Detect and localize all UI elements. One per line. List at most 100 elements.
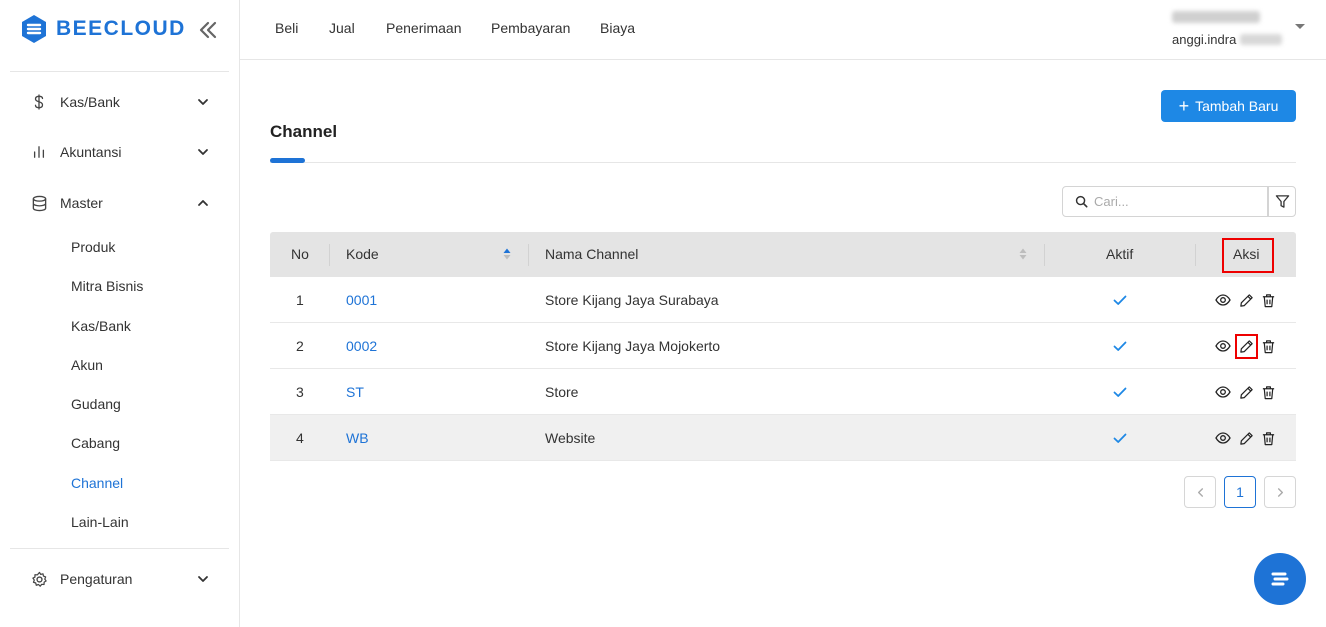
chevron-down-icon [198,99,208,105]
edit-pencil-icon[interactable] [1238,384,1254,400]
column-header-nama-channel[interactable]: Nama Channel [545,246,638,262]
sort-icon[interactable] [1019,248,1027,260]
pagination-prev-button[interactable] [1184,476,1216,508]
sidebar-subitem-mitra-bisnis[interactable]: Mitra Bisnis [71,278,143,294]
beecloud-logo-icon [22,15,46,43]
nav-jual[interactable]: Jual [329,20,355,36]
chevron-up-icon [198,200,208,206]
cell-no: 3 [296,384,304,400]
sidebar-subitem-lain-lain[interactable]: Lain-Lain [71,514,129,530]
cell-no: 4 [296,430,304,446]
cell-no: 2 [296,338,304,354]
view-eye-icon[interactable] [1215,292,1231,308]
chevron-down-icon [198,149,208,155]
title-divider [270,162,1296,163]
collapse-sidebar-icon[interactable] [196,18,220,42]
dollar-icon [30,93,48,111]
chevron-left-icon [1197,487,1203,497]
sidebar-subitem-channel[interactable]: Channel [71,475,123,491]
cell-kode-link[interactable]: 0002 [346,338,377,354]
cell-nama-channel: Store Kijang Jaya Mojokerto [545,338,721,354]
view-eye-icon[interactable] [1215,338,1231,354]
sidebar-subitem-produk[interactable]: Produk [71,239,115,255]
column-separator [1195,244,1196,266]
check-icon [1113,341,1127,351]
cell-nama-channel: Store [545,384,579,400]
chevron-right-icon [1277,487,1283,497]
chat-support-button[interactable] [1254,553,1306,605]
pagination-page-button[interactable]: 1 [1224,476,1256,508]
cell-no: 1 [296,292,304,308]
brand-logo[interactable]: BEECLOUD [20,14,186,44]
sort-ascending-icon[interactable] [503,248,511,260]
table-row: 1 0001 Store Kijang Jaya Surabaya [270,277,1296,323]
sidebar-divider [10,548,229,549]
highlight-box-edit [1235,334,1258,359]
nav-penerimaan[interactable]: Penerimaan [386,20,462,36]
sidebar-item-akuntansi[interactable]: Akuntansi [0,132,239,172]
column-separator [528,244,529,266]
page-title: Channel [270,122,338,141]
check-icon [1113,433,1127,443]
sidebar-divider [10,71,229,72]
user-email-redacted [1240,34,1282,45]
plus-icon: + [1178,96,1190,116]
highlight-box-aksi [1222,238,1274,273]
cell-kode-link[interactable]: ST [346,384,364,400]
sidebar-subitem-kas-bank[interactable]: Kas/Bank [71,318,131,334]
sidebar-item-pengaturan[interactable]: Pengaturan [0,559,239,599]
filter-icon [1275,195,1289,208]
database-icon [30,194,48,212]
brand-name: BEECLOUD [56,17,186,40]
cell-kode-link[interactable]: 0001 [346,292,377,308]
channel-table: No Kode Nama Channel Aktif Aksi 1 0001 S… [270,232,1296,461]
table-row: 4 WB Website [270,415,1296,461]
view-eye-icon[interactable] [1215,384,1231,400]
delete-trash-icon[interactable] [1260,384,1276,400]
chat-icon [1271,572,1289,586]
user-email[interactable]: anggi.indra [1172,32,1236,47]
edit-pencil-icon[interactable] [1238,292,1254,308]
sidebar-item-master[interactable]: Master [0,183,239,223]
search-icon [1075,195,1088,208]
nav-biaya[interactable]: Biaya [600,20,635,36]
filter-button[interactable] [1268,186,1296,217]
gear-icon [30,570,48,588]
nav-beli[interactable]: Beli [275,20,298,36]
cell-nama-channel: Store Kijang Jaya Surabaya [545,292,719,308]
nav-pembayaran[interactable]: Pembayaran [491,20,570,36]
sidebar-subitem-akun[interactable]: Akun [71,357,103,373]
sidebar-subitem-cabang[interactable]: Cabang [71,435,120,451]
check-icon [1113,387,1127,397]
table-header: No Kode Nama Channel Aktif Aksi [270,232,1296,277]
search-input[interactable] [1094,194,1254,209]
add-new-button[interactable]: + Tambah Baru [1161,90,1296,122]
column-separator [1044,244,1045,266]
user-menu-caret-icon[interactable] [1295,24,1305,29]
column-separator [329,244,330,266]
delete-trash-icon[interactable] [1260,430,1276,446]
column-header-aktif: Aktif [1106,246,1134,262]
column-header-kode[interactable]: Kode [346,246,379,262]
chevron-down-icon [198,576,208,582]
check-icon [1113,295,1127,305]
sidebar-item-label: Pengaturan [60,571,133,587]
table-row: 3 ST Store [270,369,1296,415]
table-row: 2 0002 Store Kijang Jaya Mojokerto [270,323,1296,369]
search-field[interactable] [1062,186,1268,217]
cell-nama-channel: Website [545,430,596,446]
sidebar-item-label: Akuntansi [60,144,122,160]
pagination-next-button[interactable] [1264,476,1296,508]
sidebar-item-kas-bank[interactable]: Kas/Bank [0,82,239,122]
delete-trash-icon[interactable] [1260,292,1276,308]
sidebar-subitem-gudang[interactable]: Gudang [71,396,121,412]
top-navigation: Beli Jual Penerimaan Pembayaran Biaya an… [240,0,1326,60]
cell-kode-link[interactable]: WB [346,430,369,446]
active-tab-indicator [270,158,305,163]
add-new-label: Tambah Baru [1195,98,1279,114]
sidebar-item-label: Kas/Bank [60,94,120,110]
bar-chart-icon [30,143,48,161]
view-eye-icon[interactable] [1215,430,1231,446]
edit-pencil-icon[interactable] [1238,430,1254,446]
delete-trash-icon[interactable] [1260,338,1276,354]
